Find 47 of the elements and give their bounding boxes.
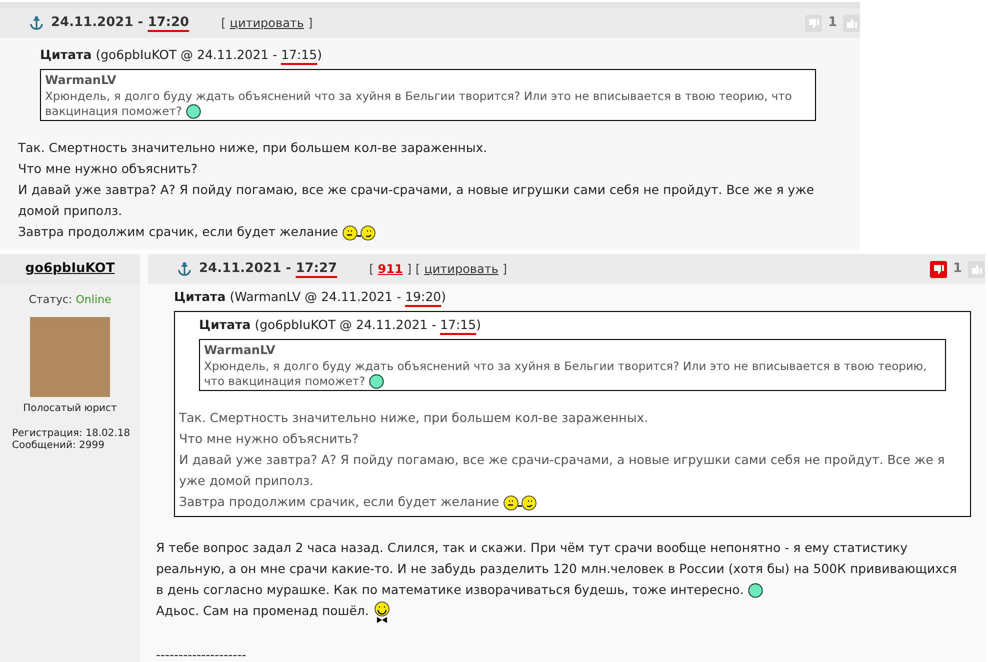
- post-date: 24.11.2021 - 17:27: [199, 260, 338, 278]
- post-text: И давай уже завтра? А? Я пойду погамаю, все же срачи-срачами, а новые игрушки сами себя не пройдут. Все же я уже домой приполз.: [18, 181, 816, 220]
- thumbs-up-icon[interactable]: [843, 14, 860, 32]
- smiley-icon: [372, 600, 391, 623]
- post-text: Так. Смертность значительно ниже, при большем кол-ве зараженных.: [18, 139, 488, 158]
- quote-header: Цитата (go6pbIuKOT @ 24.11.2021 - 17:15): [199, 316, 482, 334]
- smiley-icon: [186, 104, 202, 120]
- quote-link[interactable]: цитировать: [424, 260, 498, 278]
- rating-count: 1: [828, 14, 837, 32]
- bracket: ]: [308, 15, 313, 32]
- quote-header: Цитата (go6pbIuKOT @ 24.11.2021 - 17:15): [40, 46, 323, 64]
- thumbs-up-icon[interactable]: [968, 260, 985, 278]
- quote-text: И давай уже завтра? А? Я пойду погамаю, все же срачи-срачами, а новые игрушки сами себя не пройдут. Все же я уже домой приполз.: [179, 450, 946, 490]
- quote-header: Цитата (WarmanLV @ 24.11.2021 - 19:20): [174, 288, 448, 306]
- user-status: Статус: Online: [28, 292, 112, 308]
- quote-author: WarmanLV: [204, 342, 276, 359]
- post-text: Я тебе вопрос задал 2 часа назад. Слился, так и скажи. При чём тут срачи вообще непонятно - я ему статистику реальную, а он мне срачи какие-то. И не забудь разделить 120 млн.человек в России (хотя бы) на 500К прививающихся в день согласно мурашке. Как по математике изворачиваться будешь, тоже интересно.: [156, 538, 958, 600]
- smiley-icon: [503, 494, 538, 512]
- thumbs-down-icon[interactable]: [930, 260, 947, 278]
- post-date: 24.11.2021 - 17:20: [51, 14, 190, 32]
- post-text: Адьос. Сам на променад пошёл.: [156, 600, 961, 623]
- reputation-link[interactable]: 911: [378, 260, 403, 278]
- anchor-icon[interactable]: [178, 262, 191, 276]
- anchor-icon[interactable]: [30, 16, 43, 30]
- quote-text: Хрюндель, я долго буду ждать объяснений что за хуйня в Бельгии творится? Или это не вписывается в твою теорию, что вакцинация поможет?: [45, 88, 793, 120]
- bracket: ]: [502, 261, 508, 278]
- user-title: Полосатый юрист: [23, 402, 117, 416]
- bracket: [: [221, 15, 226, 32]
- post-text: Что мне нужно объяснить?: [18, 160, 199, 178]
- post-text: Завтра продолжим срачик, если будет желание: [18, 221, 836, 242]
- rating-count: 1: [952, 260, 962, 278]
- smiley-icon: [748, 583, 763, 598]
- smiley-icon: [369, 374, 384, 389]
- quote-text: Завтра продолжим срачик, если будет желание: [179, 490, 966, 512]
- quote-text: Что мне нужно объяснить?: [179, 430, 360, 448]
- quote-text: Хрюндель, я долго буду ждать объяснений что за хуйня в Бельгии творится? Или это не вписывается в твою теорию, что вакцинация поможет?: [204, 358, 928, 389]
- bracket: [: [369, 261, 374, 278]
- thumbs-down-icon[interactable]: [804, 14, 822, 32]
- bracket: ]: [406, 261, 412, 278]
- smiley-icon: [342, 224, 376, 242]
- bracket: [: [416, 261, 420, 278]
- registration-date: Регистрация: 18.02.18: [12, 428, 130, 440]
- signature-divider: --------------------: [156, 646, 248, 662]
- quote-author: WarmanLV: [45, 72, 118, 89]
- quote-link[interactable]: цитировать: [230, 14, 304, 32]
- post-count: Сообщений: 2999: [12, 440, 106, 452]
- quote-text: Так. Смертность значительно ниже, при большем кол-ве зараженных.: [179, 408, 650, 427]
